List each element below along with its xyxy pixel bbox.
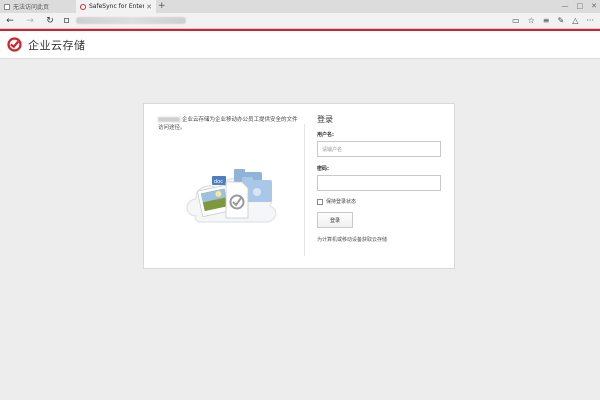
page-icon [4,3,10,10]
toolbar-right: ▭ ☆ ≡ ✎ △ ··· [512,13,600,29]
login-button[interactable]: 登录 [317,212,353,228]
password-field[interactable] [317,175,441,191]
username-placeholder: 请输户名 [322,146,343,153]
safesync-logo-icon [7,37,22,52]
intro-text-block: 企业云存储为企业移动办公员工提供安全的文件访问途径。 [158,116,298,132]
maximize-button[interactable]: □ [577,0,584,13]
reading-view-icon[interactable]: ▭ [512,13,520,29]
tab-label: SafeSync for Enterprise [89,3,145,10]
cloud-files-illustration: doc [186,169,277,223]
remember-me[interactable]: 保持登录状态 [317,198,442,205]
app-header: 企业云存储 [0,29,600,59]
password-label: 密码: [317,166,329,172]
more-icon[interactable]: ··· [586,13,594,29]
close-tab-icon[interactable]: ✕ [146,3,152,11]
new-tab-button[interactable]: + [158,0,166,13]
intro-panel: 企业云存储为企业移动办公员工提供安全的文件访问途径。 doc [158,116,298,223]
url-field[interactable] [76,17,186,24]
tab-label: 无法访问此页 [13,4,50,11]
star-icon[interactable]: ☆ [528,13,535,29]
refresh-icon[interactable]: ↻ [40,13,60,29]
hub-icon[interactable]: ≡ [543,13,550,29]
tab-cannot-reach[interactable]: 无法访问此页 [0,0,74,13]
login-form: 登录 用户名: 请输户名 密码: 保持登录状态 登录 为计算机或移动设备获取云存… [317,114,442,243]
remember-checkbox[interactable] [317,198,323,205]
svg-text:doc: doc [214,179,223,185]
back-arrow-icon[interactable]: ← [0,13,20,29]
address-bar: ← → ↻ ▭ ☆ ≡ ✎ △ ··· [0,13,600,29]
app-title: 企业云存储 [28,38,86,52]
tab-bar: 无法访问此页 SafeSync for Enterprise ✕ + — □ ✕ [0,0,600,13]
lock-icon [64,18,72,23]
remember-label: 保持登录状态 [326,199,357,205]
web-note-icon[interactable]: ✎ [558,13,565,29]
redacted-text [158,117,180,122]
safesync-favicon-icon [80,3,86,10]
tab-safesync[interactable]: SafeSync for Enterprise ✕ [76,0,156,13]
get-app-link[interactable]: 为计算机或移动设备获取云存储 [317,236,442,243]
minimize-button[interactable]: — [562,0,569,13]
login-title: 登录 [317,115,333,124]
login-card: 企业云存储为企业移动办公员工提供安全的文件访问途径。 doc 登录 用户名: 请… [143,103,455,269]
share-icon[interactable]: △ [572,13,578,29]
card-divider [304,124,305,256]
window-controls: — □ ✕ [562,0,598,13]
forward-arrow-icon[interactable]: → [20,13,40,29]
username-field[interactable]: 请输户名 [317,141,441,157]
close-window-button[interactable]: ✕ [591,0,597,13]
username-label: 用户名: [317,132,334,138]
